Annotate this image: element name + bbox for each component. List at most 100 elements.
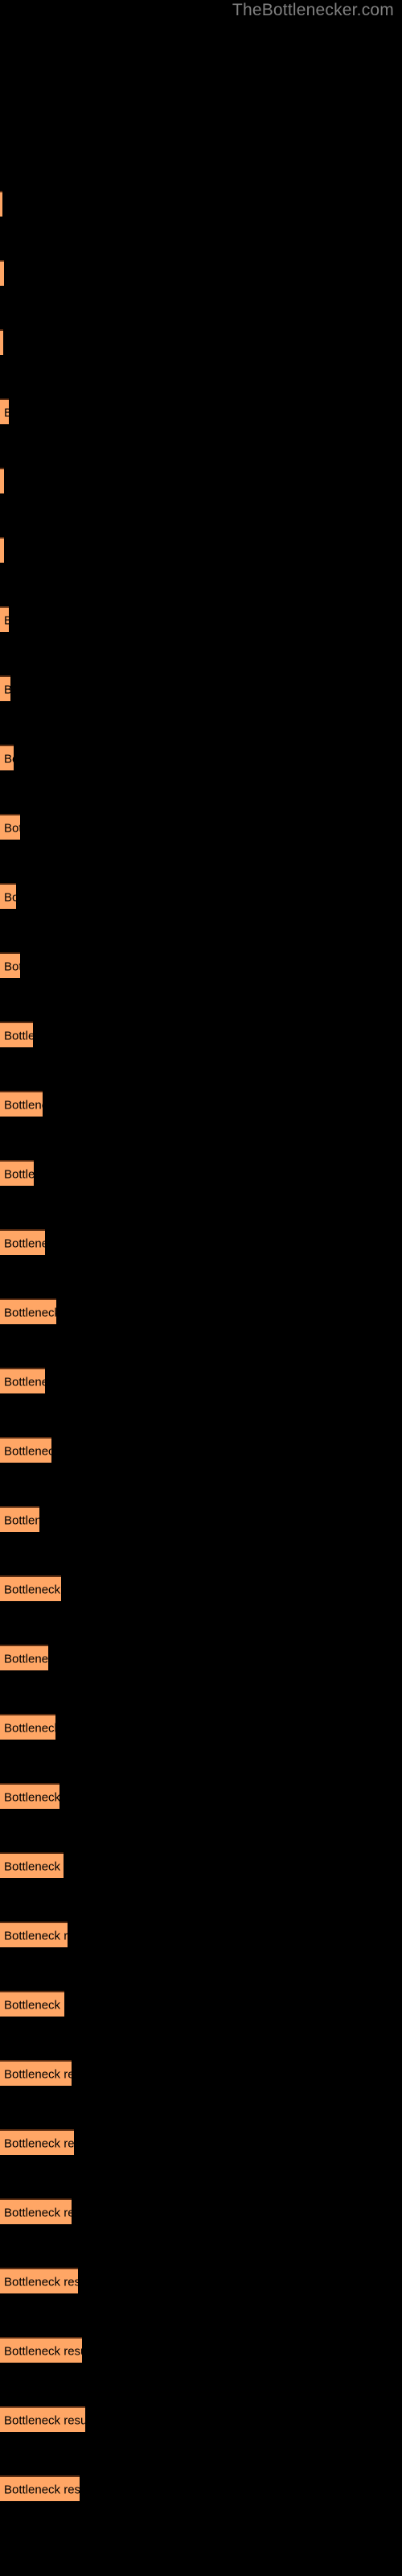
- bar[interactable]: Bottleneck result: [0, 1437, 51, 1463]
- bar-row: Bottleneck result: [0, 2268, 78, 2293]
- bar-label-clip: Bottleneck result: [0, 1923, 68, 1949]
- bar[interactable]: Bottleneck result: [0, 1575, 61, 1601]
- bar-label-clip: Bottleneck result: [0, 2269, 78, 2295]
- bar-label: Bottleneck result: [4, 1513, 39, 1528]
- bar[interactable]: Bottleneck result: [0, 1922, 68, 1947]
- bar-row: Bottleneck result: [0, 2475, 80, 2501]
- bar-row: Bottleneck result: [0, 675, 10, 701]
- bar-label-clip: Bottleneck result: [0, 2200, 72, 2226]
- bar-row: Bottleneck result: [0, 1437, 51, 1463]
- bar-row: Bottleneck result: [0, 1298, 56, 1324]
- bar[interactable]: Bottleneck result: [0, 537, 4, 563]
- bar-label-clip: Bottleneck result: [0, 2062, 72, 2087]
- bar-row: Bottleneck result: [0, 606, 9, 632]
- bar[interactable]: Bottleneck result: [0, 1783, 59, 1809]
- bar-label-clip: Bottleneck result: [0, 1854, 64, 1880]
- bar[interactable]: Bottleneck result: [0, 1229, 45, 1255]
- bar[interactable]: Bottleneck result: [0, 2060, 72, 2086]
- bar-label-clip: Bottleneck result: [0, 1162, 34, 1187]
- bar-label-clip: Bottleneck result: [0, 262, 4, 287]
- bar-label-clip: Bottleneck result: [0, 400, 9, 426]
- bar-label: Bottleneck result: [4, 1444, 51, 1459]
- bar-label-clip: Bottleneck result: [0, 1439, 51, 1464]
- bar-label: Bottleneck result: [4, 1721, 55, 1736]
- bar[interactable]: Bottleneck result: [0, 745, 14, 770]
- bar[interactable]: Bottleneck result: [0, 2129, 74, 2155]
- bar-label-clip: Bottleneck result: [0, 1092, 43, 1118]
- bar-row: Bottleneck result: [0, 1714, 55, 1740]
- bar[interactable]: Bottleneck result: [0, 2406, 85, 2432]
- bar-label: Bottleneck result: [4, 821, 20, 836]
- bar-row: Bottleneck result: [0, 260, 4, 286]
- bar-label-clip: Bottleneck result: [0, 746, 14, 772]
- bar-row: Bottleneck result: [0, 1160, 34, 1186]
- bar[interactable]: Bottleneck result: [0, 191, 2, 217]
- bar[interactable]: Bottleneck result: [0, 675, 10, 701]
- bar[interactable]: Bottleneck result: [0, 398, 9, 424]
- bar[interactable]: Bottleneck result: [0, 468, 4, 493]
- bar-row: Bottleneck result: [0, 1368, 45, 1393]
- bar-label-clip: Bottleneck result: [0, 2339, 82, 2364]
- bar[interactable]: Bottleneck result: [0, 260, 4, 286]
- bar-label: Bottleneck result: [4, 1375, 45, 1389]
- bar-label-clip: Bottleneck result: [0, 1023, 33, 1049]
- bar-label-clip: Bottleneck result: [0, 2477, 80, 2503]
- bar-label: Bottleneck result: [4, 2275, 78, 2289]
- bar-row: Bottleneck result: [0, 2337, 82, 2363]
- bar[interactable]: Bottleneck result: [0, 1298, 56, 1324]
- bar[interactable]: Bottleneck result: [0, 1852, 64, 1878]
- bar[interactable]: Bottleneck result: [0, 2475, 80, 2501]
- bar-row: Bottleneck result: [0, 2060, 72, 2086]
- bar-label-clip: Bottleneck result: [0, 1646, 48, 1672]
- bar-row: Bottleneck result: [0, 537, 4, 563]
- bar-row: Bottleneck result: [0, 468, 4, 493]
- bar-label-clip: Bottleneck result: [0, 1508, 39, 1534]
- bar[interactable]: Bottleneck result: [0, 1714, 55, 1740]
- bar-label: Bottleneck result: [4, 1929, 68, 1943]
- bar-label: Bottleneck result: [4, 613, 9, 628]
- bar-label: Bottleneck result: [4, 1860, 64, 1874]
- bar-label-clip: Bottleneck result: [0, 954, 20, 980]
- bar[interactable]: Bottleneck result: [0, 952, 20, 978]
- bar-label-clip: Bottleneck result: [0, 1992, 64, 2018]
- bar[interactable]: Bottleneck result: [0, 1645, 48, 1670]
- bar-label-clip: Bottleneck result: [0, 331, 3, 357]
- bar-label-clip: Bottleneck result: [0, 192, 2, 218]
- bar-label-clip: Bottleneck result: [0, 608, 9, 634]
- bar-label-clip: Bottleneck result: [0, 1369, 45, 1395]
- bar[interactable]: Bottleneck result: [0, 814, 20, 840]
- bar-label: Bottleneck result: [4, 2413, 85, 2428]
- bar[interactable]: Bottleneck result: [0, 1506, 39, 1532]
- bar-row: Bottleneck result: [0, 1783, 59, 1809]
- bar-label: Bottleneck result: [4, 1583, 61, 1597]
- bar[interactable]: Bottleneck result: [0, 606, 9, 632]
- bar-label-clip: Bottleneck result: [0, 2131, 74, 2157]
- bar[interactable]: Bottleneck result: [0, 1022, 33, 1047]
- bar-row: Bottleneck result: [0, 329, 3, 355]
- bar-label: Bottleneck result: [4, 1306, 56, 1320]
- bar-row: Bottleneck result: [0, 2129, 74, 2155]
- bar[interactable]: Bottleneck result: [0, 2198, 72, 2224]
- bar-row: Bottleneck result: [0, 1991, 64, 2017]
- bar[interactable]: Bottleneck result: [0, 2268, 78, 2293]
- bar[interactable]: Bottleneck result: [0, 1091, 43, 1117]
- bar[interactable]: Bottleneck result: [0, 329, 3, 355]
- bar[interactable]: Bottleneck result: [0, 2337, 82, 2363]
- bar[interactable]: Bottleneck result: [0, 1991, 64, 2017]
- bar-label: Bottleneck result: [4, 1167, 34, 1182]
- bar-label-clip: Bottleneck result: [0, 1577, 61, 1603]
- bar-label-clip: Bottleneck result: [0, 2408, 85, 2434]
- bar-row: Bottleneck result: [0, 1229, 45, 1255]
- bar-label-clip: Bottleneck result: [0, 539, 4, 564]
- bar-label: Bottleneck result: [4, 406, 9, 420]
- page-root: TheBottlenecker.com Bottleneck resultBot…: [0, 0, 402, 2576]
- bar-row: Bottleneck result: [0, 1022, 33, 1047]
- bar[interactable]: Bottleneck result: [0, 1160, 34, 1186]
- bar-row: Bottleneck result: [0, 1852, 64, 1878]
- bar-label-clip: Bottleneck result: [0, 885, 16, 910]
- bar[interactable]: Bottleneck result: [0, 883, 16, 909]
- bar-row: Bottleneck result: [0, 814, 20, 840]
- bar[interactable]: Bottleneck result: [0, 1368, 45, 1393]
- bar-label: Bottleneck result: [4, 752, 14, 766]
- bar-label-clip: Bottleneck result: [0, 469, 4, 495]
